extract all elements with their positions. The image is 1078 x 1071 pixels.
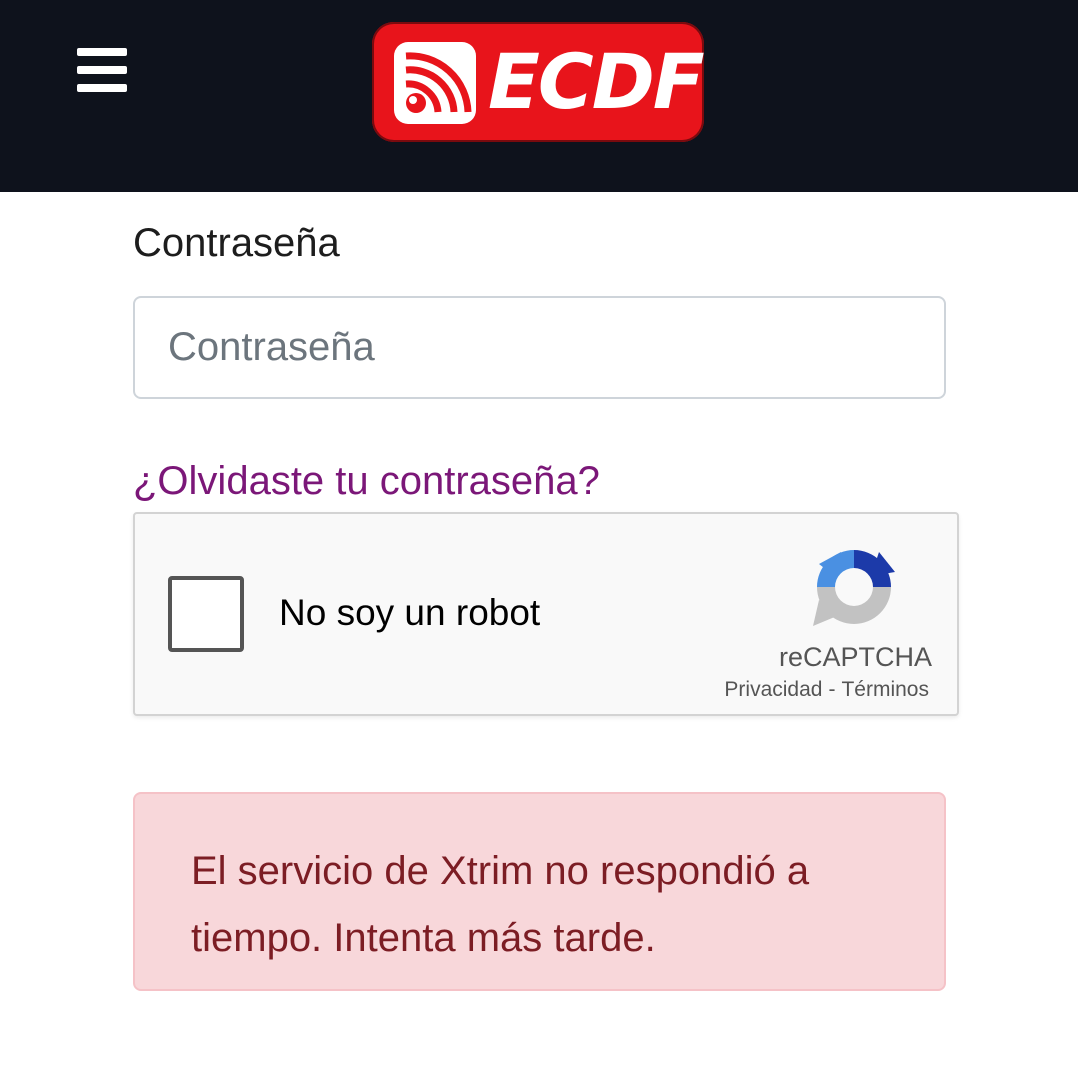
broadcast-signal-icon: [394, 42, 476, 124]
logo-text: ECDF: [488, 37, 705, 126]
hamburger-menu-icon[interactable]: [77, 46, 127, 92]
password-field[interactable]: [133, 296, 946, 399]
error-alert: El servicio de Xtrim no respondió a tiem…: [133, 792, 946, 991]
password-label: Contraseña: [133, 221, 340, 265]
privacy-link[interactable]: Privacidad: [724, 678, 822, 701]
recaptcha-checkbox[interactable]: [168, 576, 244, 652]
recaptcha-label: No soy un robot: [279, 592, 541, 633]
brand-logo[interactable]: ECDF: [372, 22, 705, 142]
terms-link[interactable]: Términos: [841, 678, 929, 701]
recaptcha-icon: [813, 550, 895, 626]
forgot-password-link[interactable]: ¿Olvidaste tu contraseña?: [133, 456, 600, 506]
recaptcha-brand: reCAPTCHA: [779, 642, 933, 672]
top-navbar: ECDF: [0, 0, 1078, 192]
links-separator: -: [828, 678, 836, 701]
recaptcha-widget: No soy un robot reCAPTCHA Privacidad - Tér…: [133, 512, 959, 716]
recaptcha-links: Privacidad - Términos: [713, 676, 929, 704]
